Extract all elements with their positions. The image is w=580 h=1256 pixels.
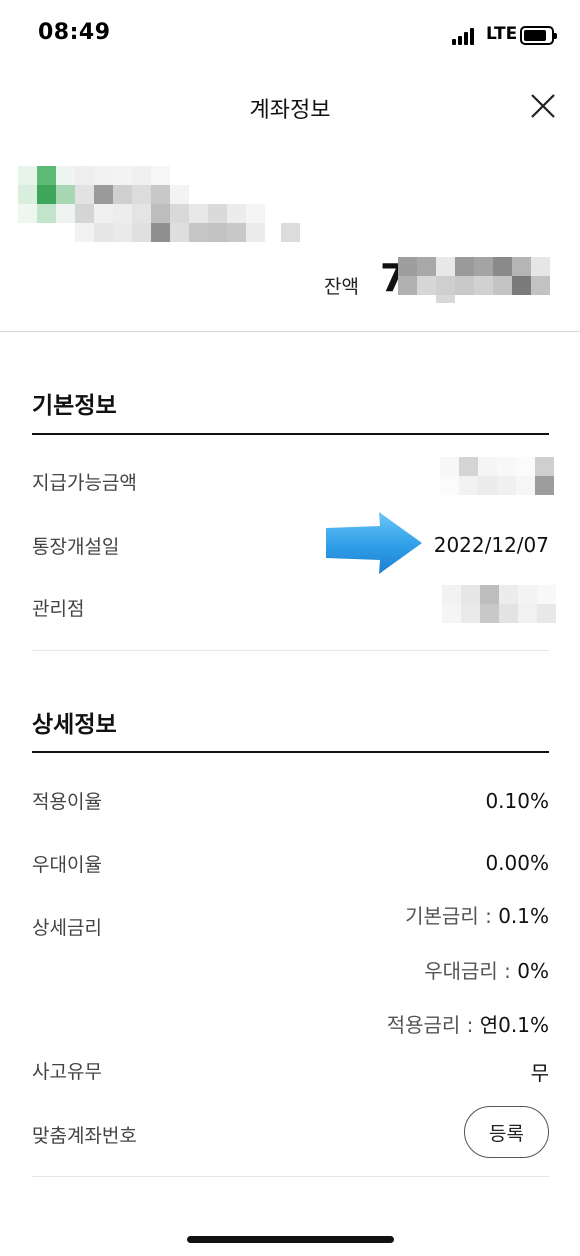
close-button[interactable] [525,88,561,124]
close-icon [531,94,555,118]
applied-rate-line: 적용금리 : 연0.1% [387,1009,549,1038]
applied-rate-label: 적용이율 [32,791,102,813]
detail-info-rule [32,751,549,753]
available-amount-redacted [440,457,554,495]
preferential-rate-label: 우대이율 [32,854,102,876]
branch-redacted [442,585,556,623]
register-button[interactable]: 등록 [464,1106,549,1158]
basic-info-end-divider [32,650,549,651]
balance-label: 잔액 [324,276,359,298]
battery-icon [520,26,557,45]
home-indicator[interactable] [187,1236,394,1243]
preferential-rate-line: 우대금리 : 0% [424,955,549,984]
basic-info-rule [32,433,549,435]
summary-divider [0,331,580,332]
accident-value: 무 [530,1061,549,1085]
detail-info-title: 상세정보 [32,712,117,738]
detail-info-end-divider [32,1176,549,1177]
base-rate-line: 기본금리 : 0.1% [405,900,549,929]
status-time: 08:49 [38,20,111,45]
detail-rate-label: 상세금리 [32,917,102,939]
base-rate-value: 0.1% [498,904,549,928]
network-type: LTE [486,24,518,44]
status-bar: 08:49 LTE [0,0,580,70]
balance-amount-redacted [398,257,552,303]
signal-icon [452,27,478,45]
preferential-rate-prefix: 우대금리 : [424,959,518,983]
account-open-date-label: 통장개설일 [32,536,120,558]
available-amount-label: 지급가능금액 [32,472,137,494]
custom-account-label: 맞춤계좌번호 [32,1125,137,1147]
basic-info-title: 기본정보 [32,393,117,419]
account-name-redacted [18,166,308,246]
page-title: 계좌정보 [249,98,331,123]
applied-rate-line-value: 연0.1% [479,1013,549,1037]
base-rate-prefix: 기본금리 : [405,904,499,928]
account-open-date-value: 2022/12/07 [433,533,549,557]
branch-label: 관리점 [32,598,85,620]
accident-label: 사고유무 [32,1061,102,1083]
preferential-rate-line-value: 0% [517,959,549,983]
applied-rate-prefix: 적용금리 : [386,1013,480,1037]
preferential-rate-value: 0.00% [485,851,549,875]
applied-rate-value: 0.10% [485,789,549,813]
arrow-right-icon [326,512,422,574]
